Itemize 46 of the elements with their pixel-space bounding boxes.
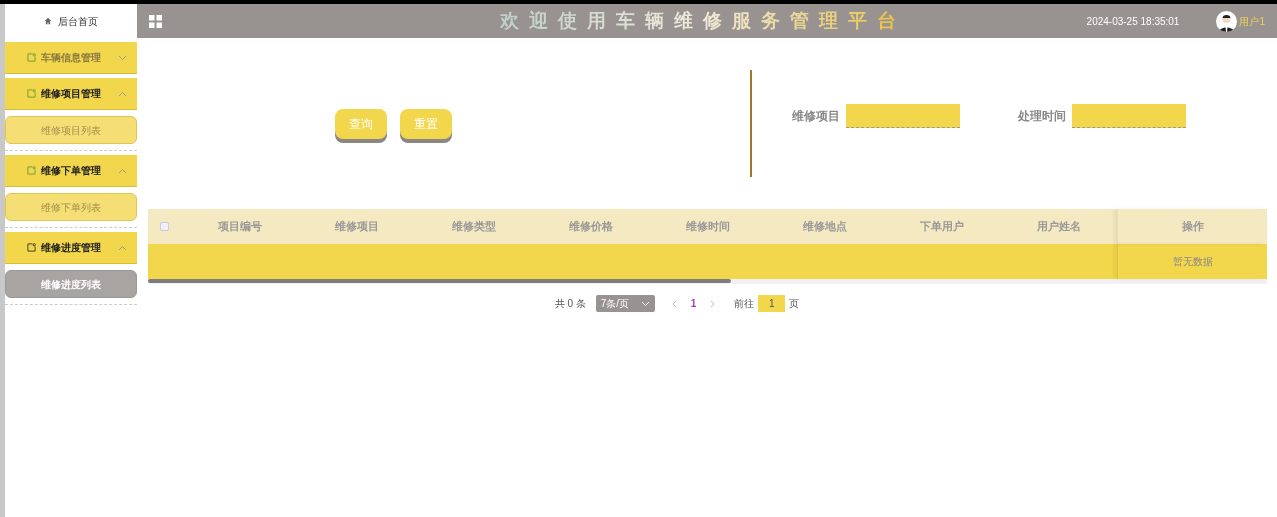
chevron-icon xyxy=(118,54,127,61)
select-all-checkbox[interactable] xyxy=(160,222,169,231)
menu-group-header[interactable]: 车辆信息管理 xyxy=(5,42,137,74)
page-suffix: 页 xyxy=(789,297,800,311)
home-link[interactable]: 后台首页 xyxy=(58,13,98,29)
input-field[interactable] xyxy=(1072,103,1186,128)
goto-page-field[interactable]: 1 xyxy=(758,295,786,312)
column-header: 维修类型 xyxy=(451,219,496,235)
column-header: 操作 xyxy=(1181,219,1204,235)
column-header: 项目编号 xyxy=(217,219,262,235)
chevron-icon xyxy=(640,300,650,307)
column-header: 用户姓名 xyxy=(1036,219,1081,235)
page-number[interactable]: 1 xyxy=(686,296,701,311)
chevron-icon xyxy=(118,244,127,251)
total-count: 共 0 条 xyxy=(554,297,586,311)
grid-menu-icon[interactable] xyxy=(149,14,162,28)
submenu-item[interactable]: 维修项目列表 xyxy=(5,116,137,144)
page-size-select[interactable]: 7条/页 xyxy=(595,295,655,312)
scrollbar[interactable] xyxy=(148,279,1267,284)
column-header: 维修地点 xyxy=(802,219,847,235)
document-icon xyxy=(27,53,36,62)
menu-group-header[interactable]: 维修项目管理 xyxy=(5,78,137,110)
column-header: 下单用户 xyxy=(919,219,964,235)
column-header: 维修价格 xyxy=(568,219,613,235)
previous-page-button[interactable] xyxy=(670,299,677,308)
user-link[interactable]: 用户1 xyxy=(1239,13,1265,29)
menu-group-header[interactable]: 维修进度管理 xyxy=(5,232,137,264)
submenu-item[interactable]: 维修进度列表 xyxy=(5,270,137,298)
document-icon xyxy=(27,243,36,252)
datetime-text: 2024-03-25 18:35:01 xyxy=(1086,14,1180,29)
avatar-icon[interactable] xyxy=(1216,10,1238,32)
home-icon xyxy=(44,17,52,25)
menu-group-header[interactable]: 维修下单管理 xyxy=(5,155,137,187)
field-label: 处理时间 xyxy=(1018,107,1066,125)
goto-label: 前往 xyxy=(734,297,755,311)
field-label: 维修项目 xyxy=(792,107,840,125)
input-field[interactable] xyxy=(846,103,960,128)
empty-text: 暂无数据 xyxy=(1172,255,1213,269)
next-page-button[interactable] xyxy=(710,299,717,308)
document-icon xyxy=(27,89,36,98)
document-icon xyxy=(27,166,36,175)
column-header: 维修项目 xyxy=(334,219,379,235)
chevron-icon xyxy=(118,90,127,97)
column-header: 维修时间 xyxy=(685,219,730,235)
chevron-icon xyxy=(118,167,127,174)
submenu-item[interactable]: 维修下单列表 xyxy=(5,193,137,221)
